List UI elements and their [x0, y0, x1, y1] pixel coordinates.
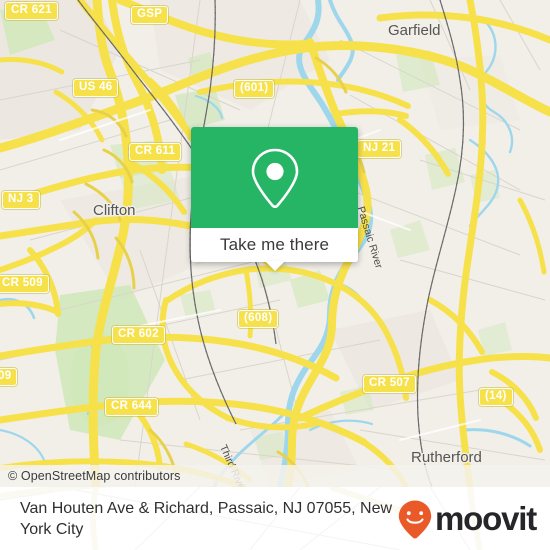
road-shield-608: (608)	[238, 310, 279, 328]
popup-action-bar[interactable]: Take me there	[191, 228, 358, 271]
road-shield-cr-507: CR 507	[363, 375, 416, 393]
road-shield-gsp: GSP	[131, 6, 169, 24]
footer-content: Van Houten Ave & Richard, Passaic, NJ 07…	[0, 487, 550, 550]
road-shield-509-partial: 09	[0, 368, 18, 386]
moovit-wordmark: moovit	[435, 500, 537, 537]
place-label-rutherford: Rutherford	[411, 449, 482, 466]
moovit-pin-icon	[398, 500, 432, 538]
moovit-brand: moovit	[397, 499, 537, 539]
map-attribution-bar: © OpenStreetMap contributors	[0, 465, 550, 487]
station-address: Van Houten Ave & Richard, Passaic, NJ 07…	[20, 499, 393, 538]
road-shield-nj-3: NJ 3	[2, 191, 40, 209]
road-shield-601: (601)	[234, 80, 275, 98]
place-label-clifton: Clifton	[93, 202, 136, 219]
footer-bar: Van Houten Ave & Richard, Passaic, NJ 07…	[0, 487, 550, 550]
popup-icon-area	[191, 127, 358, 228]
road-shield-us-46: US 46	[73, 79, 119, 97]
location-pin-icon	[251, 148, 298, 208]
road-shield-14: (14)	[479, 388, 513, 406]
road-shield-cr-509: CR 509	[0, 275, 49, 293]
road-shield-cr-611: CR 611	[129, 143, 182, 161]
popup-pointer-tail	[264, 261, 285, 271]
road-shield-cr-602: CR 602	[112, 326, 165, 344]
road-shield-cr-644: CR 644	[105, 398, 158, 416]
road-shield-cr-621: CR 621	[5, 2, 58, 20]
osm-attribution-text: © OpenStreetMap contributors	[8, 469, 181, 483]
place-label-garfield: Garfield	[388, 22, 441, 39]
take-me-there-popup[interactable]: Take me there	[191, 127, 358, 271]
road-shield-nj-21: NJ 21	[357, 140, 402, 158]
take-me-there-label: Take me there	[219, 235, 330, 254]
map-canvas[interactable]: .rdM{stroke:#f7e14b;stroke-linecap:round…	[0, 0, 550, 487]
map-screenshot: .rdM{stroke:#f7e14b;stroke-linecap:round…	[0, 0, 550, 550]
